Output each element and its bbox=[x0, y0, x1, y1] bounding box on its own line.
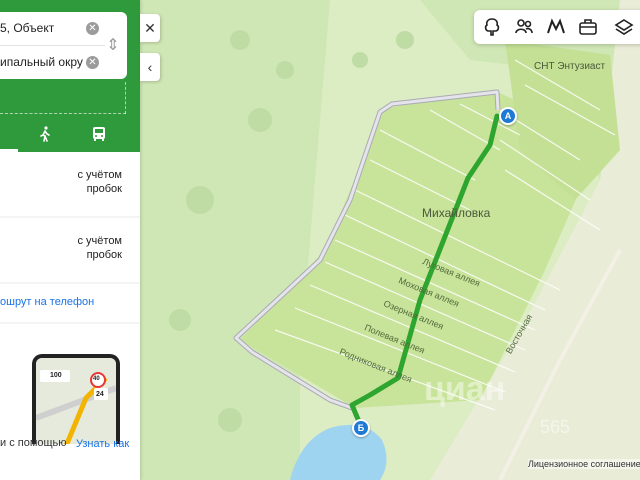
watermark: циан bbox=[424, 370, 506, 408]
learn-how-link[interactable]: Узнать как bbox=[76, 437, 136, 451]
close-icon[interactable]: ✕ bbox=[140, 14, 160, 42]
license-link[interactable]: Лицензионное соглашение bbox=[528, 459, 640, 469]
route-panel: 5, Объект ипальный окру ✕ ✕ ⇕ с учётом п… bbox=[0, 0, 140, 480]
community-label: СНТ Энтузиаст bbox=[534, 61, 606, 72]
layers-icon[interactable] bbox=[614, 17, 634, 37]
promo-text: и с помощью bbox=[0, 437, 67, 449]
briefcase-icon[interactable] bbox=[578, 17, 598, 37]
clear-from-icon[interactable]: ✕ bbox=[86, 22, 99, 35]
promo-banner: 100 40 24 и с помощью Узнать как bbox=[0, 324, 140, 480]
traffic-note: с учётом пробок bbox=[77, 235, 123, 261]
route-header: 5, Объект ипальный окру ✕ ✕ ⇕ bbox=[0, 0, 140, 152]
phone-badge: 100 bbox=[50, 372, 62, 379]
address-inputs: 5, Объект ипальный окру ✕ ✕ ⇕ bbox=[0, 12, 127, 79]
metro-icon[interactable] bbox=[546, 17, 566, 37]
tree-icon[interactable] bbox=[482, 17, 502, 37]
traffic-note: с учётом пробок bbox=[77, 169, 123, 195]
route-start-marker[interactable]: А bbox=[499, 107, 517, 125]
send-to-phone-label: ошрут на телефон bbox=[0, 296, 95, 308]
chevron-left-icon[interactable]: ‹ bbox=[140, 53, 160, 81]
swap-icon[interactable]: ⇕ bbox=[106, 34, 120, 58]
walking-icon[interactable] bbox=[38, 126, 52, 142]
clear-to-icon[interactable]: ✕ bbox=[86, 56, 99, 69]
people-icon[interactable] bbox=[514, 17, 534, 37]
send-to-phone-link[interactable]: ошрут на телефон bbox=[0, 284, 140, 322]
route-option[interactable]: с учётом пробок bbox=[0, 152, 140, 216]
bus-icon[interactable] bbox=[91, 126, 107, 142]
watermark-number: 565 bbox=[540, 417, 571, 437]
phone-speed: 40 bbox=[93, 376, 100, 382]
divider bbox=[125, 82, 127, 114]
route-end-marker[interactable]: Б bbox=[352, 419, 370, 437]
phone-value: 24 bbox=[96, 391, 104, 398]
route-option[interactable]: с учётом пробок bbox=[0, 218, 140, 282]
map-toolbar bbox=[474, 10, 640, 44]
divider bbox=[0, 113, 126, 115]
phone-illustration: 100 40 24 bbox=[32, 354, 120, 444]
place-label: Михайловка bbox=[422, 206, 491, 220]
